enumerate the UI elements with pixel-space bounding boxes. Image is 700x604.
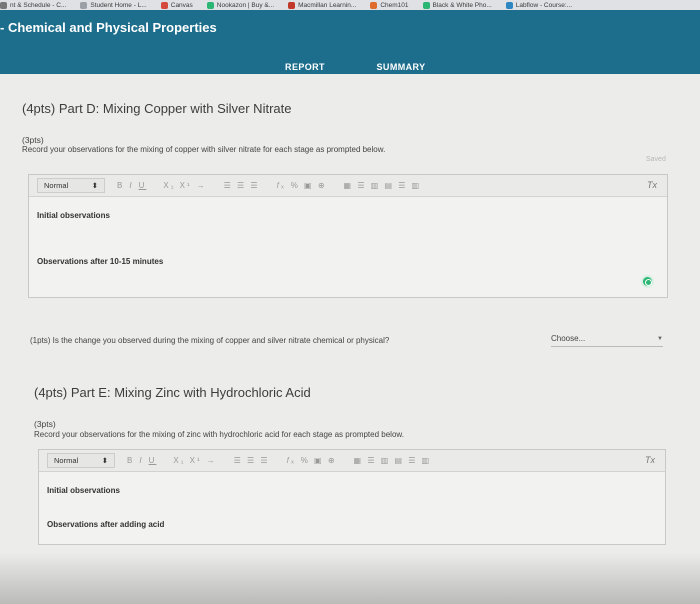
editor-line: Observations after 10-15 minutes [37,257,164,266]
underline-button[interactable]: U [139,181,147,190]
arrow-button[interactable]: → [207,456,217,465]
editor-line: Observations after adding acid [47,520,165,529]
bookmark-item[interactable]: Canvas [160,1,193,9]
bookmark-label: Black & White Pho... [432,1,492,9]
page-title: - Chemical and Physical Properties [0,20,217,35]
text-style-group: B I U [117,181,151,190]
arrow-button[interactable]: → [197,181,207,190]
format-select-value: Normal [44,181,69,190]
select-value: Choose... [551,334,586,343]
italic-button[interactable]: I [139,456,143,465]
saved-status: Saved [646,156,666,163]
bookmark-label: nt & Schedule - C... [10,1,67,9]
clear-format-button[interactable]: Tx [647,180,657,190]
editor-toolbar: Normal ⬍ B I U X₁ X¹ → ☰ ☰ ☰ 𝑓ₓ % ▣ ⊕ ▦ … [39,450,665,472]
bookmark-item[interactable]: Student Home - L... [80,1,147,9]
chemical-physical-select[interactable]: Choose... ▼ [551,331,663,347]
nookazon-icon [206,1,214,9]
script-group: X₁ X¹ → [163,181,211,190]
formula-button[interactable]: 𝑓ₓ [287,456,296,466]
table-group: ▦ ☰ ▥ ▤ ☰ ▥ [344,181,427,190]
part-d-editor[interactable]: Normal ⬍ B I U X₁ X¹ → ☰ ☰ ☰ 𝑓ₓ % ▣ ⊕ ▦ … [28,174,668,298]
bookmark-item[interactable]: Black & White Pho... [422,1,492,9]
part-e-editor[interactable]: Normal ⬍ B I U X₁ X¹ → ☰ ☰ ☰ 𝑓ₓ % ▣ ⊕ ▦ … [38,449,666,545]
canvas-icon [160,1,168,9]
bookmark-item[interactable]: nt & Schedule - C... [0,1,67,9]
script-group: X₁ X¹ → [173,456,221,465]
bold-button[interactable]: B [127,456,134,465]
part-d-points: (3pts) [22,135,44,145]
italic-button[interactable]: I [129,181,133,190]
special-char-icon[interactable]: % ▣ ⊕ [291,181,327,190]
bookmark-label: Macmillan Learnin... [298,1,357,9]
subscript-superscript-button[interactable]: X₁ X¹ [173,456,201,465]
bookmark-icon [80,1,88,9]
labflow-icon [505,1,513,9]
bookmark-item[interactable]: Nookazon | Buy &... [206,1,275,9]
bold-button[interactable]: B [117,181,124,190]
chevron-down-icon: ▼ [657,335,663,342]
insert-group: 𝑓ₓ % ▣ ⊕ [277,181,332,191]
bookmark-label: Canvas [170,1,193,9]
bookmark-label: Chem101 [380,1,409,9]
editor-line: Initial observations [37,211,110,220]
photo-icon [422,1,430,9]
insert-group: 𝑓ₓ % ▣ ⊕ [287,456,342,466]
list-icon[interactable]: ☰ ☰ ☰ [234,456,270,465]
main-content: (4pts) Part D: Mixing Copper with Silver… [0,74,700,604]
chem101-icon [370,1,378,9]
list-group: ☰ ☰ ☰ [234,456,275,465]
part-e-title: (4pts) Part E: Mixing Zinc with Hydrochl… [34,385,311,400]
part-d-title: (4pts) Part D: Mixing Copper with Silver… [22,101,292,116]
table-icon[interactable]: ▦ ☰ ▥ ▤ ☰ ▥ [344,181,422,190]
photo-shadow [0,552,700,604]
table-group: ▦ ☰ ▥ ▤ ☰ ▥ [354,456,437,465]
list-group: ☰ ☰ ☰ [224,181,265,190]
editor-line: Initial observations [47,486,120,495]
part-d-instruction: Record your observations for the mixing … [22,145,386,154]
bookmark-item[interactable]: Macmillan Learnin... [288,1,357,9]
part-e-instruction: Record your observations for the mixing … [34,430,404,439]
clear-format-button[interactable]: Tx [645,455,655,465]
bookmark-label: Labflow - Course:... [515,1,573,9]
bookmarks-bar: nt & Schedule - C... Student Home - L... C… [0,0,700,10]
bookmark-item[interactable]: Chem101 [370,1,409,9]
format-select[interactable]: Normal ⬍ [47,453,115,468]
table-icon[interactable]: ▦ ☰ ▥ ▤ ☰ ▥ [354,456,432,465]
part-d-question: (1pts) Is the change you observed during… [30,336,390,345]
formula-button[interactable]: 𝑓ₓ [277,181,286,191]
format-select-value: Normal [54,456,79,465]
app-header: - Chemical and Physical Properties REPOR… [0,10,700,84]
bookmark-label: Nookazon | Buy &... [216,1,275,9]
format-select[interactable]: Normal ⬍ [37,178,105,193]
editor-toolbar: Normal ⬍ B I U X₁ X¹ → ☰ ☰ ☰ 𝑓ₓ % ▣ ⊕ ▦ … [29,175,667,197]
subscript-superscript-button[interactable]: X₁ X¹ [163,181,191,190]
list-icon[interactable]: ☰ ☰ ☰ [224,181,260,190]
bookmark-icon [0,1,7,9]
part-e-points: (3pts) [34,419,56,429]
grammar-check-icon[interactable] [641,275,654,288]
chevron-down-icon: ⬍ [101,456,108,465]
chevron-down-icon: ⬍ [91,181,98,190]
text-style-group: B I U [127,456,161,465]
underline-button[interactable]: U [149,456,157,465]
bookmark-label: Student Home - L... [90,1,147,9]
macmillan-icon [288,1,296,9]
special-char-icon[interactable]: % ▣ ⊕ [301,456,337,465]
bookmark-item[interactable]: Labflow - Course:... [505,1,573,9]
